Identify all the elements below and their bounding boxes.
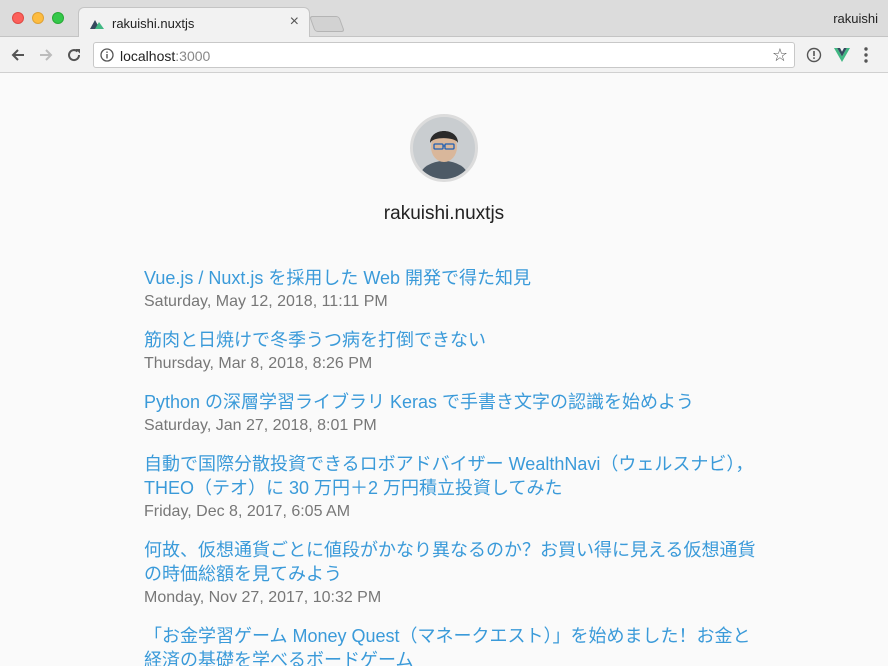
post-date: Saturday, Jan 27, 2018, 8:01 PM xyxy=(144,417,377,434)
post-title-link[interactable]: 筋肉と日焼けで冬季うつ病を打倒できない xyxy=(144,328,764,352)
nuxt-favicon-icon xyxy=(90,20,104,29)
site-title: rakuishi.nuxtjs xyxy=(383,203,505,224)
post-title-link[interactable]: 「お金学習ゲーム Money Quest（マネークエスト）」を始めました！お金と… xyxy=(144,624,764,666)
post-title-link[interactable]: Vue.js / Nuxt.js を採用した Web 開発で得た知見 xyxy=(144,266,764,290)
post-item: Python の深層学習ライブラリ Keras で手書き文字の認識を始めよう S… xyxy=(144,390,764,437)
post-item: 「お金学習ゲーム Money Quest（マネークエスト）」を始めました！お金と… xyxy=(144,624,764,666)
avatar-photo xyxy=(413,117,475,179)
post-date: Friday, Dec 8, 2017, 6:05 AM xyxy=(144,503,351,520)
url-port: :3000 xyxy=(175,48,211,64)
browser-tab-strip: rakuishi.nuxtjs × rakuishi xyxy=(0,0,888,38)
kebab-menu-icon[interactable] xyxy=(864,46,868,64)
post-list: Vue.js / Nuxt.js を採用した Web 開発で得た知見 Satur… xyxy=(144,266,764,666)
post-item: 筋肉と日焼けで冬季うつ病を打倒できない Thursday, Mar 8, 201… xyxy=(144,328,764,375)
post-item: Vue.js / Nuxt.js を採用した Web 開発で得た知見 Satur… xyxy=(144,266,764,313)
post-title-link[interactable]: 自動で国際分散投資できるロボアドバイザー WealthNavi（ウェルスナビ），… xyxy=(144,452,764,500)
post-date: Saturday, May 12, 2018, 11:11 PM xyxy=(144,293,388,310)
page-content: rakuishi.nuxtjs Vue.js / Nuxt.js を採用した W… xyxy=(0,74,888,666)
arrow-left-icon xyxy=(11,49,24,61)
close-window-button[interactable] xyxy=(12,12,24,24)
reload-icon xyxy=(68,49,81,62)
post-title-link[interactable]: Python の深層学習ライブラリ Keras で手書き文字の認識を始めよう xyxy=(144,390,764,414)
url-text[interactable]: localhost:3000 xyxy=(120,48,210,64)
star-icon[interactable]: ☆ xyxy=(772,45,788,65)
zoom-window-button[interactable] xyxy=(52,12,64,24)
profile-name[interactable]: rakuishi xyxy=(833,11,878,26)
back-button[interactable] xyxy=(8,45,28,65)
extension-info-icon[interactable] xyxy=(806,47,822,63)
forward-button[interactable] xyxy=(36,45,56,65)
tab-close-icon[interactable]: × xyxy=(290,13,299,31)
browser-tab-active[interactable]: rakuishi.nuxtjs × xyxy=(78,7,310,38)
info-icon[interactable] xyxy=(100,48,114,62)
avatar xyxy=(410,114,478,182)
address-bar[interactable]: localhost:3000 ☆ xyxy=(93,42,795,68)
post-title-link[interactable]: 何故、仮想通貨ごとに値段がかなり異なるのか？お買い得に見える仮想通貨の時価総額を… xyxy=(144,538,764,586)
tab-title: rakuishi.nuxtjs xyxy=(112,16,195,31)
new-tab-button[interactable] xyxy=(309,16,345,32)
url-host: localhost xyxy=(120,48,176,64)
reload-button[interactable] xyxy=(64,45,84,65)
minimize-window-button[interactable] xyxy=(32,12,44,24)
post-item: 自動で国際分散投資できるロボアドバイザー WealthNavi（ウェルスナビ），… xyxy=(144,452,764,523)
post-date: Monday, Nov 27, 2017, 10:32 PM xyxy=(144,589,382,606)
vue-logo-icon[interactable] xyxy=(834,47,850,63)
browser-toolbar: localhost:3000 ☆ xyxy=(0,37,888,73)
post-date: Thursday, Mar 8, 2018, 8:26 PM xyxy=(144,355,373,372)
post-item: 何故、仮想通貨ごとに値段がかなり異なるのか？お買い得に見える仮想通貨の時価総額を… xyxy=(144,538,764,609)
arrow-right-icon xyxy=(40,49,53,61)
